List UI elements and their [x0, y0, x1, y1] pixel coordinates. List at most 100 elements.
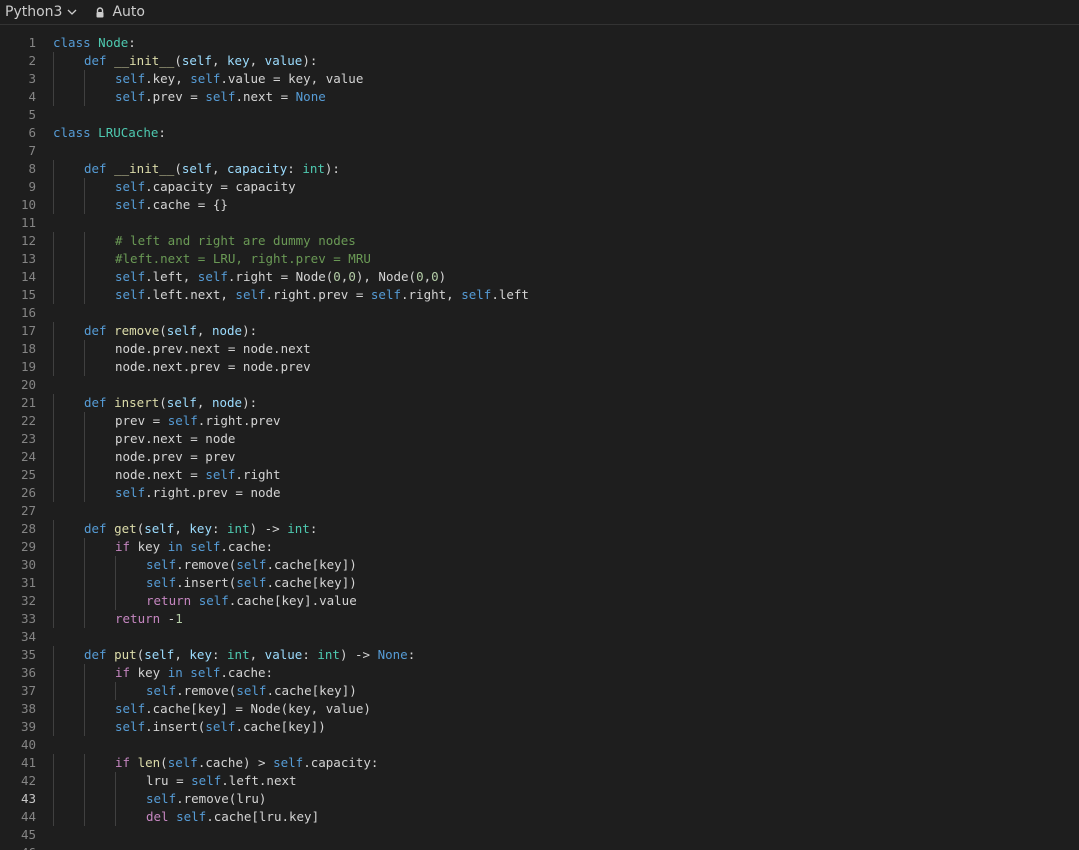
- code-token: self: [115, 71, 146, 86]
- code-line[interactable]: 7: [0, 142, 1079, 160]
- code-token: get: [114, 521, 137, 536]
- editor-toolbar: Python3 Auto: [0, 0, 1079, 25]
- code-line[interactable]: 9 self.capacity = capacity: [0, 178, 1079, 196]
- mode-label: Auto: [112, 4, 145, 20]
- line-number: 36: [20, 665, 36, 680]
- code-token: def: [84, 161, 107, 176]
- code-token: self: [181, 161, 212, 176]
- code-line[interactable]: 11: [0, 214, 1079, 232]
- code-line[interactable]: 25 node.next = self.right: [0, 466, 1079, 484]
- code-line[interactable]: 3 self.key, self.value = key, value: [0, 70, 1079, 88]
- code-line[interactable]: 2 def __init__(self, key, value):: [0, 52, 1079, 70]
- code-text: def put(self, key: int, value: int) -> N…: [84, 646, 415, 664]
- code-token: ,: [211, 53, 228, 68]
- indent-guide: [84, 718, 85, 736]
- code-line[interactable]: 15 self.left.next, self.right.prev = self…: [0, 286, 1079, 304]
- code-line[interactable]: 23 prev.next = node: [0, 430, 1079, 448]
- code-line[interactable]: 28 def get(self, key: int) -> int:: [0, 520, 1079, 538]
- code-text: if key in self.cache:: [115, 664, 273, 682]
- code-line[interactable]: 5: [0, 106, 1079, 124]
- code-token: self: [236, 575, 267, 590]
- code-text: #left.next = LRU, right.prev = MRU: [115, 250, 371, 268]
- code-token: .value = key, value: [220, 71, 364, 86]
- code-line[interactable]: 24 node.prev = prev: [0, 448, 1079, 466]
- code-text: def __init__(self, capacity: int):: [84, 160, 340, 178]
- code-token: (: [174, 161, 182, 176]
- code-line[interactable]: 19 node.next.prev = node.prev: [0, 358, 1079, 376]
- indent-guide: [84, 610, 85, 628]
- code-line[interactable]: 41 if len(self.cache) > self.capacity:: [0, 754, 1079, 772]
- code-line[interactable]: 38 self.cache[key] = Node(key, value): [0, 700, 1079, 718]
- indent-guide: [53, 160, 54, 178]
- code-line[interactable]: 35 def put(self, key: int, value: int) ->…: [0, 646, 1079, 664]
- code-text: lru = self.left.next: [146, 772, 297, 790]
- code-line[interactable]: 8 def __init__(self, capacity: int):: [0, 160, 1079, 178]
- line-number: 8: [28, 161, 36, 176]
- code-token: ) ->: [249, 521, 288, 536]
- code-line[interactable]: 31 self.insert(self.cache[key]): [0, 574, 1079, 592]
- auto-mode-toggle[interactable]: Auto: [95, 0, 145, 24]
- code-line[interactable]: 18 node.prev.next = node.next: [0, 340, 1079, 358]
- code-line[interactable]: 12 # left and right are dummy nodes: [0, 232, 1079, 250]
- indent-guide: [84, 286, 85, 304]
- code-line[interactable]: 27: [0, 502, 1079, 520]
- line-number: 13: [20, 251, 36, 266]
- code-token: node.prev = prev: [115, 449, 236, 464]
- code-token: self: [198, 593, 229, 608]
- language-select[interactable]: Python3: [0, 0, 77, 24]
- line-number: 12: [20, 233, 36, 248]
- code-token: self: [205, 467, 236, 482]
- code-line[interactable]: 10 self.cache = {}: [0, 196, 1079, 214]
- code-line[interactable]: 34: [0, 628, 1079, 646]
- line-number: 19: [20, 359, 36, 374]
- code-line[interactable]: 30 self.remove(self.cache[key]): [0, 556, 1079, 574]
- code-token: capacity: [227, 161, 288, 176]
- indent-guide: [84, 88, 85, 106]
- code-token: .key,: [145, 71, 191, 86]
- indent-guide: [53, 664, 54, 682]
- indent-guide: [84, 574, 85, 592]
- code-line[interactable]: 45: [0, 826, 1079, 844]
- code-line[interactable]: 46: [0, 844, 1079, 850]
- code-line[interactable]: 4 self.prev = self.next = None: [0, 88, 1079, 106]
- code-token: def: [84, 647, 107, 662]
- code-line[interactable]: 14 self.left, self.right = Node(0,0), Nod…: [0, 268, 1079, 286]
- language-label: Python3: [5, 4, 63, 20]
- code-token: self: [273, 755, 304, 770]
- code-token: 0: [348, 269, 356, 284]
- line-number: 9: [28, 179, 36, 194]
- code-line[interactable]: 22 prev = self.right.prev: [0, 412, 1079, 430]
- code-line[interactable]: 32 return self.cache[key].value: [0, 592, 1079, 610]
- code-token: self: [115, 197, 146, 212]
- code-line[interactable]: 33 return -1: [0, 610, 1079, 628]
- code-line[interactable]: 20: [0, 376, 1079, 394]
- code-token: self: [167, 413, 198, 428]
- code-token: .next =: [235, 89, 296, 104]
- code-line[interactable]: 40: [0, 736, 1079, 754]
- line-number: 3: [28, 71, 36, 86]
- code-line[interactable]: 42 lru = self.left.next: [0, 772, 1079, 790]
- code-line[interactable]: 43 self.remove(lru): [0, 790, 1079, 808]
- code-text: class Node:: [53, 34, 136, 52]
- code-line[interactable]: 16: [0, 304, 1079, 322]
- line-number: 25: [20, 467, 36, 482]
- code-line[interactable]: 13 #left.next = LRU, right.prev = MRU: [0, 250, 1079, 268]
- code-line[interactable]: 36 if key in self.cache:: [0, 664, 1079, 682]
- code-token: def: [84, 53, 107, 68]
- code-line[interactable]: 6 class LRUCache:: [0, 124, 1079, 142]
- code-line[interactable]: 37 self.remove(self.cache[key]): [0, 682, 1079, 700]
- line-number: 46: [0, 844, 36, 850]
- code-line[interactable]: 44 del self.cache[lru.key]: [0, 808, 1079, 826]
- code-token: int: [317, 647, 340, 662]
- line-number: 34: [20, 629, 36, 644]
- code-line[interactable]: 39 self.insert(self.cache[key]): [0, 718, 1079, 736]
- indent-guide: [84, 448, 85, 466]
- code-line[interactable]: 17 def remove(self, node):: [0, 322, 1079, 340]
- code-line[interactable]: 29 if key in self.cache:: [0, 538, 1079, 556]
- code-line[interactable]: 21 def insert(self, node):: [0, 394, 1079, 412]
- line-number: 14: [20, 269, 36, 284]
- code-line[interactable]: 26 self.right.prev = node: [0, 484, 1079, 502]
- code-line[interactable]: 1 class Node:: [0, 34, 1079, 52]
- code-editor[interactable]: 1 class Node: 2 def __init__(self, key, val…: [0, 25, 1079, 850]
